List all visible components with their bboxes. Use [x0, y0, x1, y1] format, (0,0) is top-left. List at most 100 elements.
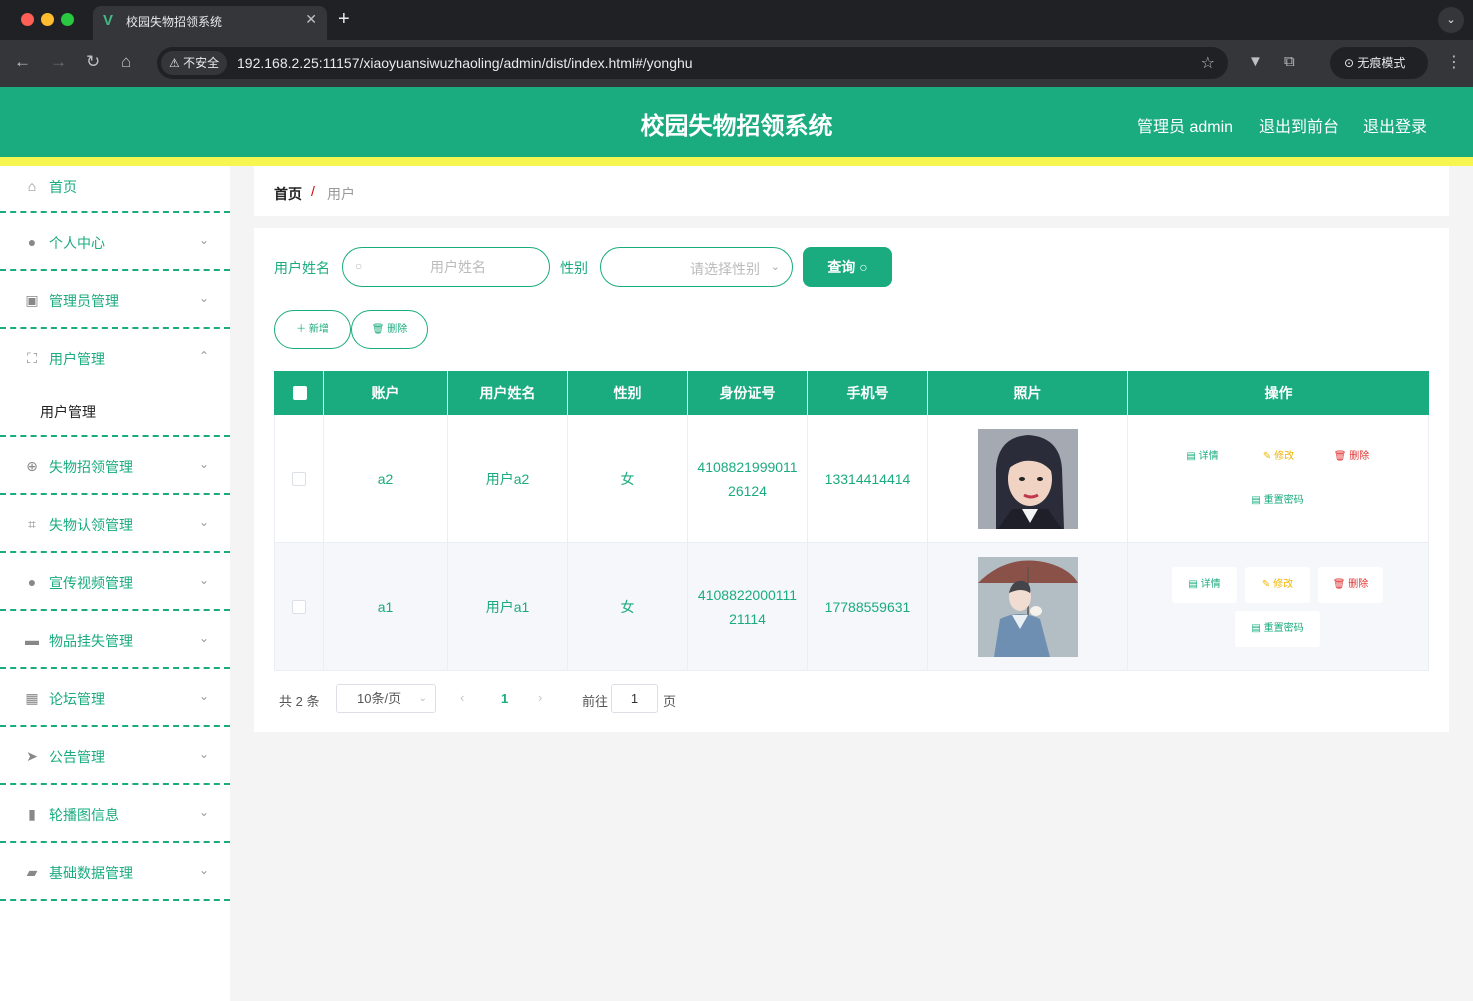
row-select-cell — [274, 415, 324, 543]
forward-icon[interactable]: → — [50, 52, 67, 72]
back-icon[interactable]: ← — [14, 52, 31, 72]
sidebar-item-home[interactable]: ⌂ 首页 — [0, 166, 230, 213]
briefcase-icon: ▬ — [25, 632, 39, 648]
reload-icon[interactable]: ↻ — [86, 52, 100, 72]
home-icon[interactable]: ⌂ — [121, 52, 131, 72]
window-maximize-button[interactable] — [61, 13, 74, 26]
user-photo[interactable] — [977, 557, 1078, 657]
select-all-checkbox[interactable] — [293, 386, 307, 400]
new-tab-button[interactable]: + — [338, 8, 350, 31]
detail-button[interactable]: ▤ 详情 — [1172, 567, 1237, 603]
column-header[interactable]: 用户姓名 — [448, 371, 568, 415]
sidebar-item-forum[interactable]: ▦ 论坛管理 ⌄ — [0, 669, 230, 727]
total-count: 共 2 条 — [279, 694, 320, 709]
extensions-icon[interactable]: ⧉ — [1284, 53, 1295, 70]
browser-tab[interactable]: V 校园失物招领系统 ✕ — [93, 6, 327, 40]
sidebar-item-users[interactable]: ⛶ 用户管理 ⌃ — [0, 329, 230, 383]
document-icon: ▤ — [1186, 451, 1199, 462]
page-number[interactable]: 1 — [501, 691, 508, 706]
bookmark-star-icon[interactable]: ☆ — [1201, 53, 1215, 73]
chevron-down-icon: ⌄ — [199, 291, 210, 305]
trash-icon: 🗑 — [371, 324, 388, 335]
delete-button[interactable]: 🗑 删除 — [1318, 567, 1383, 603]
header-accent-strip — [0, 157, 1473, 166]
column-header[interactable]: 身份证号 — [688, 371, 808, 415]
sidebar-item-carousel[interactable]: ▮ 轮播图信息 ⌄ — [0, 785, 230, 843]
security-chip[interactable]: ⚠ 不安全 — [161, 51, 228, 75]
tab-close-icon[interactable]: ✕ — [305, 11, 317, 28]
prev-page-icon[interactable]: ‹ — [460, 690, 464, 705]
logout-link[interactable]: 退出登录 — [1363, 113, 1427, 137]
sidebar-item-lost-reports[interactable]: ▬ 物品挂失管理 ⌄ — [0, 611, 230, 669]
brush-icon: ▮ — [28, 806, 36, 822]
sidebar-item-label: 基础数据管理 — [49, 865, 133, 881]
user-icon: ● — [27, 234, 37, 250]
delete-button[interactable]: 🗑 删除 — [1319, 439, 1384, 475]
page-size-select[interactable]: 10条/页 ⌄ — [336, 684, 436, 713]
id-number-cell: 410882199901126124 — [688, 415, 808, 543]
gender-cell: 女 — [568, 543, 688, 671]
page-suffix-label: 页 — [663, 694, 677, 709]
delete-label: 删除 — [1348, 579, 1369, 590]
sidebar-subitem-user-management[interactable]: 用户管理 — [0, 383, 230, 437]
column-header[interactable]: 性别 — [568, 371, 688, 415]
account-cell: a1 — [324, 543, 448, 671]
detail-button[interactable]: ▤ 详情 — [1170, 439, 1235, 475]
sidebar-item-base-data[interactable]: ▰ 基础数据管理 ⌄ — [0, 843, 230, 901]
security-label: 不安全 — [183, 56, 220, 70]
address-bar[interactable]: ⚠ 不安全 192.168.2.25:11157/xiaoyuansiwuzha… — [157, 47, 1228, 79]
sidebar-item-notices[interactable]: ➤ 公告管理 ⌄ — [0, 727, 230, 785]
window-minimize-button[interactable] — [41, 13, 54, 26]
browser-toolbar: ← → ↻ ⌂ ⚠ 不安全 192.168.2.25:11157/xiaoyua… — [0, 40, 1473, 87]
row-checkbox[interactable] — [292, 472, 306, 486]
reset-password-button[interactable]: ▤ 重置密码 — [1235, 483, 1320, 519]
detail-label: 详情 — [1198, 451, 1219, 462]
reset-label: 重置密码 — [1263, 623, 1304, 634]
back-to-front-link[interactable]: 退出到前台 — [1259, 113, 1339, 137]
breadcrumb-home[interactable]: 首页 — [274, 184, 302, 204]
gender-select[interactable]: 请选择性别 ⌄ — [600, 247, 793, 287]
breadcrumb: 首页 / 用户 — [254, 166, 1449, 216]
user-photo[interactable] — [977, 429, 1078, 529]
vue-devtools-icon[interactable]: ▼ — [1248, 53, 1263, 70]
sidebar-item-label: 用户管理 — [49, 351, 105, 367]
name-search-field[interactable]: ○ — [342, 247, 550, 287]
fullscreen-icon: ⛶ — [27, 350, 37, 366]
edit-button[interactable]: ✎ 修改 — [1245, 567, 1310, 603]
chevron-up-icon: ⌃ — [199, 349, 210, 363]
sidebar-item-videos[interactable]: ● 宣传视频管理 ⌄ — [0, 553, 230, 611]
sidebar-item-claims[interactable]: ⌗ 失物认领管理 ⌄ — [0, 495, 230, 553]
clipboard-icon: ▣ — [25, 292, 39, 308]
column-header[interactable]: 手机号 — [808, 371, 928, 415]
sidebar-subitem-label: 用户管理 — [40, 404, 96, 420]
sidebar-item-admins[interactable]: ▣ 管理员管理 ⌄ — [0, 271, 230, 329]
browser-menu-icon[interactable]: ⋮ — [1446, 52, 1462, 72]
chevron-down-icon: ⌄ — [199, 863, 210, 877]
browser-tab-strip: V 校园失物招领系统 ✕ + ⌄ — [0, 0, 1473, 40]
column-header[interactable]: 账户 — [324, 371, 448, 415]
name-search-input[interactable] — [373, 248, 543, 286]
edit-button[interactable]: ✎ 修改 — [1246, 439, 1311, 475]
goto-page-input[interactable]: 1 — [611, 684, 658, 713]
batch-delete-button[interactable]: 🗑 删除 — [351, 310, 428, 349]
sidebar-item-profile[interactable]: ● 个人中心 ⌄ — [0, 213, 230, 271]
add-button[interactable]: ＋ 新增 — [274, 310, 351, 349]
photo-cell — [928, 543, 1128, 671]
tab-search-button[interactable]: ⌄ — [1438, 7, 1464, 33]
chevron-down-icon: ⌄ — [418, 693, 427, 704]
next-page-icon[interactable]: › — [538, 690, 542, 705]
column-header[interactable]: 照片 — [928, 371, 1128, 415]
add-label: 新增 — [308, 324, 329, 335]
row-checkbox[interactable] — [292, 600, 306, 614]
sidebar-item-lost-found[interactable]: ⊕ 失物招领管理 ⌄ — [0, 437, 230, 495]
sidebar-item-label: 公告管理 — [49, 749, 105, 765]
app-title: 校园失物招领系统 — [640, 113, 833, 140]
reset-password-button[interactable]: ▤ 重置密码 — [1235, 611, 1320, 647]
query-button[interactable]: 查询 ○ — [803, 247, 892, 287]
table-row: a2 用户a2 女 410882199901126124 13314414414 — [274, 415, 1429, 543]
admin-user-label[interactable]: 管理员 admin — [1137, 113, 1233, 137]
incognito-indicator[interactable]: ⊙ 无痕模式 — [1330, 47, 1428, 79]
column-header[interactable]: 操作 — [1128, 371, 1429, 415]
window-close-button[interactable] — [21, 13, 34, 26]
edit-icon: ✎ — [1261, 579, 1274, 590]
